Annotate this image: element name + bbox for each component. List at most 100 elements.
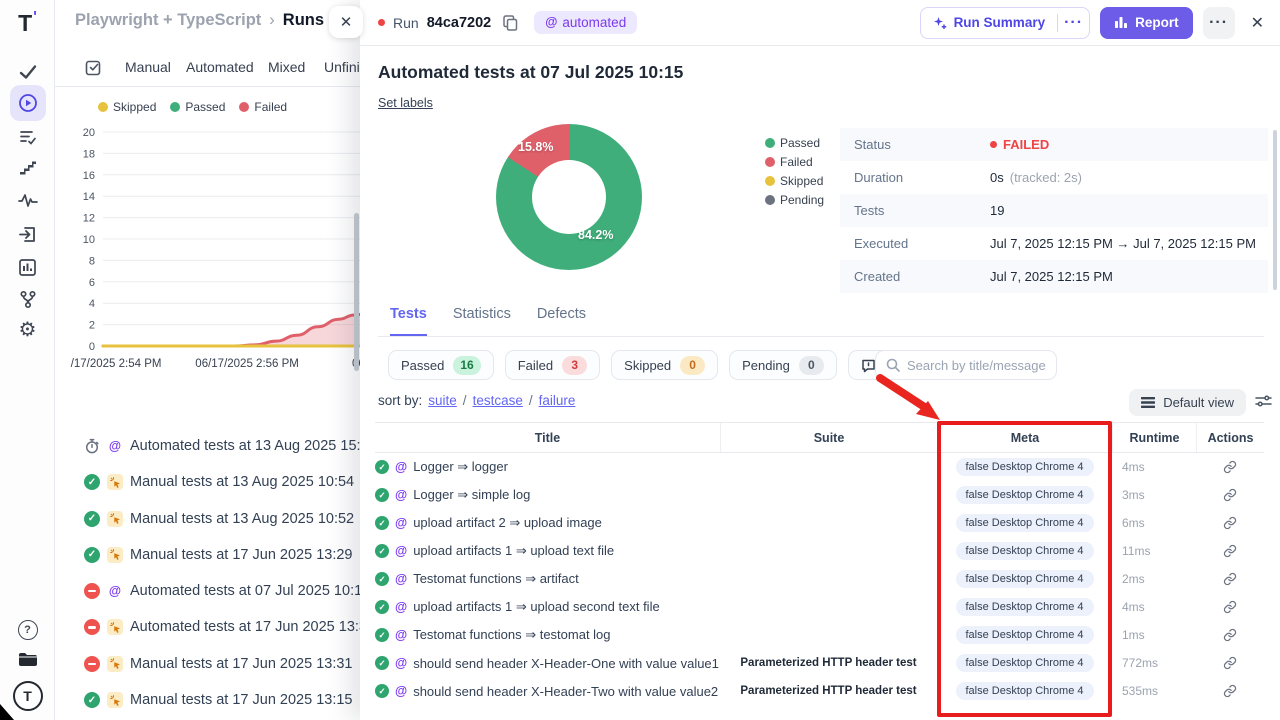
filter-skipped[interactable]: Skipped0 [611, 350, 718, 380]
filter-failed[interactable]: Failed3 [505, 350, 600, 380]
import-icon[interactable] [0, 225, 55, 244]
checklist-icon[interactable] [84, 58, 103, 77]
default-view-button[interactable]: Default view [1129, 389, 1246, 416]
tab-mixed[interactable]: Mixed [268, 59, 305, 75]
pulse-icon[interactable] [0, 192, 55, 210]
search-input[interactable] [907, 358, 1046, 373]
tab-tests[interactable]: Tests [390, 306, 427, 336]
legend-skipped[interactable]: Skipped [98, 100, 156, 114]
link-icon[interactable] [1196, 488, 1264, 502]
report-button[interactable]: Report [1100, 7, 1193, 39]
table-row[interactable]: @should send header X-Header-Two with va… [375, 677, 1264, 705]
run-item[interactable]: Automated tests at 17 Jun 2025 13:30 [84, 612, 374, 642]
link-icon[interactable] [1196, 516, 1264, 530]
meta-pill: false Desktop Chrome 4 [956, 570, 1094, 588]
automated-at-icon: @ [545, 16, 557, 29]
automated-at-icon: @ [395, 517, 407, 530]
set-labels-link[interactable]: Set labels [378, 96, 433, 110]
run-item[interactable]: Manual tests at 13 Aug 2025 10:54 2 [84, 467, 374, 497]
help-icon[interactable]: ? [0, 620, 55, 640]
avatar[interactable]: T [0, 681, 55, 711]
tab-statistics[interactable]: Statistics [453, 306, 511, 336]
automated-badge[interactable]: @ automated [534, 11, 637, 34]
table-row[interactable]: @should send header X-Header-One with va… [375, 649, 1264, 677]
sort-by-suite[interactable]: suite [428, 393, 457, 408]
link-icon[interactable] [1196, 572, 1264, 586]
automated-at-icon: @ [395, 601, 407, 614]
legend-pending: Pending [765, 193, 824, 207]
info-row-duration: Duration 0s(tracked: 2s) [840, 161, 1268, 194]
manual-click-icon [107, 511, 123, 527]
divider [55, 86, 360, 87]
passed-check-icon [375, 656, 389, 670]
table-row[interactable]: @Testomat functions ⇒ artifact false Des… [375, 565, 1264, 593]
app-logo[interactable]: T' [0, 10, 55, 37]
table-row[interactable]: @Logger ⇒ simple log false Desktop Chrom… [375, 481, 1264, 509]
table-row[interactable]: @Logger ⇒ logger false Desktop Chrome 4 … [375, 453, 1264, 481]
table-row[interactable]: @upload artifact 2 ⇒ upload image false … [375, 509, 1264, 537]
reports-chart-icon[interactable] [0, 258, 55, 277]
link-icon[interactable] [1196, 656, 1264, 670]
sliders-icon[interactable] [1255, 393, 1272, 409]
branch-icon[interactable] [0, 290, 55, 309]
sort-by-testcase[interactable]: testcase [473, 393, 523, 408]
tab-manual[interactable]: Manual [125, 59, 171, 75]
filter-chips: Passed16 Failed3 Skipped0 Pending0 3 [388, 350, 923, 380]
tests-check-icon[interactable] [0, 62, 55, 82]
tab-automated[interactable]: Automated [186, 59, 254, 75]
close-runs-button[interactable]: ✕ [329, 6, 363, 38]
link-icon[interactable] [1196, 684, 1264, 698]
automated-at-icon: @ [395, 573, 407, 586]
col-suite[interactable]: Suite [720, 423, 937, 452]
breadcrumb-project[interactable]: Playwright + TypeScript [75, 11, 261, 30]
filter-pending[interactable]: Pending0 [729, 350, 837, 380]
breadcrumb: Playwright + TypeScript › Runs [75, 11, 324, 30]
run-item[interactable]: Manual tests at 13 Aug 2025 10:52 from [84, 504, 374, 534]
svg-text:0: 0 [89, 341, 95, 353]
run-item[interactable]: Manual tests at 17 Jun 2025 13:29 from [84, 540, 374, 570]
settings-gear-icon[interactable]: ⚙ [0, 320, 55, 340]
table-row[interactable]: @upload artifacts 1 ⇒ upload second text… [375, 593, 1264, 621]
close-panel-button[interactable]: ✕ [1251, 13, 1264, 33]
milestones-stairs-icon[interactable] [0, 160, 55, 178]
filter-passed[interactable]: Passed16 [388, 350, 494, 380]
passed-check-icon [375, 628, 389, 642]
link-icon[interactable] [1196, 628, 1264, 642]
run-summary-more-button[interactable]: ··· [1057, 14, 1089, 32]
link-icon[interactable] [1196, 600, 1264, 614]
plans-list-icon[interactable] [0, 128, 55, 147]
run-item[interactable]: @ Automated tests at 07 Jul 2025 10:15 [84, 576, 374, 606]
projects-folder-icon[interactable] [0, 651, 55, 668]
col-title[interactable]: Title [375, 423, 720, 452]
table-row[interactable]: @Testomat functions ⇒ testomat log false… [375, 621, 1264, 649]
run-item[interactable]: @ Automated tests at 13 Aug 2025 15:53 [84, 431, 374, 461]
run-status-dot [378, 19, 385, 26]
copy-icon[interactable] [503, 15, 518, 31]
automated-at-icon: @ [395, 545, 407, 558]
close-icon: ✕ [340, 13, 353, 31]
sort-by-failure[interactable]: failure [539, 393, 576, 408]
panel-scrollbar[interactable] [1273, 130, 1277, 290]
legend-failed: Failed [765, 155, 824, 169]
sort-controls: sort by: suite / testcase / failure [378, 393, 575, 408]
table-row[interactable]: @upload artifacts 1 ⇒ upload text file f… [375, 537, 1264, 565]
tab-defects[interactable]: Defects [537, 306, 586, 336]
col-runtime[interactable]: Runtime [1112, 423, 1196, 452]
runs-play-icon[interactable] [0, 85, 55, 121]
passed-check-icon [375, 600, 389, 614]
col-actions[interactable]: Actions [1196, 423, 1264, 452]
link-icon[interactable] [1196, 460, 1264, 474]
manual-click-icon [107, 656, 123, 672]
link-icon[interactable] [1196, 544, 1264, 558]
legend-failed[interactable]: Failed [239, 100, 287, 114]
automated-at-icon: @ [395, 657, 407, 670]
legend-passed[interactable]: Passed [170, 100, 225, 114]
page-scrollbar[interactable] [354, 213, 359, 371]
col-meta[interactable]: Meta [937, 423, 1112, 452]
run-item[interactable]: Manual tests at 17 Jun 2025 13:31 from [84, 649, 374, 679]
tab-unfinished[interactable]: Unfini [324, 59, 360, 75]
run-item[interactable]: Manual tests at 17 Jun 2025 13:15 from [84, 685, 374, 715]
automated-at-icon: @ [395, 629, 407, 642]
more-options-button[interactable]: ··· [1203, 7, 1235, 39]
run-summary-button[interactable]: Run Summary [921, 15, 1058, 30]
